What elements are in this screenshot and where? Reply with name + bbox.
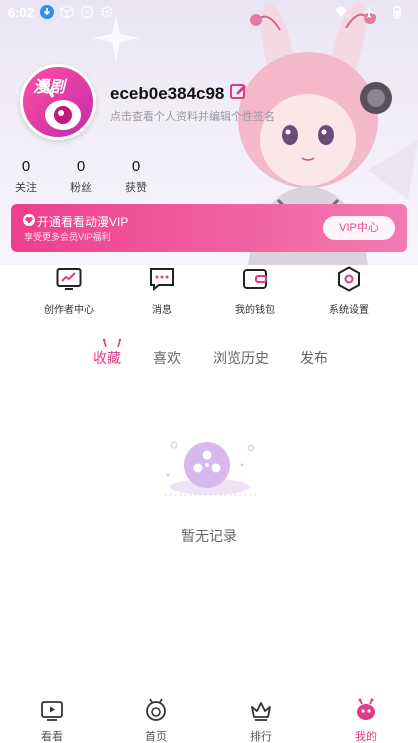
menu-creator-center[interactable]: 创作者中心 [29,266,109,316]
stat-label: 粉丝 [70,182,92,194]
avatar[interactable]: 漫剧 [20,64,96,140]
empty-film-reel-illustration [164,441,256,496]
gear-notification-icon [101,6,113,18]
tab-indicator-ears-icon [103,338,121,348]
menu-messages[interactable]: 消息 [122,266,202,316]
vip-center-button[interactable]: VIP中心 [323,216,395,240]
stat-value: 0 [131,158,141,175]
stat-following[interactable]: 0 关注 [6,158,46,195]
tab-history[interactable]: 浏览历史 [213,348,269,368]
stat-label: 获赞 [125,182,147,194]
menu-label: 创作者中心 [44,305,94,316]
nav-label: 我的 [355,731,377,743]
heart-icon [23,214,35,226]
wallet-icon [243,269,267,289]
status-time: 6:02 [8,4,35,20]
nav-label: 首页 [145,731,167,743]
mascot-bug-icon [39,81,81,130]
settings-hex-icon [338,266,360,292]
vip-banner[interactable]: 开通看看动漫VIP 享受更多会员VIP福利 VIP中心 [11,204,407,252]
nav-ranking[interactable]: 排行 [231,698,291,743]
status-bar: 6:02 [0,0,418,24]
edit-profile-icon[interactable] [229,82,247,100]
tab-published[interactable]: 发布 [300,348,328,368]
tab-favorites[interactable]: 收藏 [93,348,121,368]
home-face-icon [146,698,166,721]
stat-value: 0 [21,158,31,175]
nav-label: 排行 [250,731,272,743]
stat-likes[interactable]: 0 获赞 [116,158,156,195]
vip-title: 开通看看动漫VIP [37,215,129,229]
battery-icon [393,5,401,19]
menu-settings[interactable]: 系统设置 [309,266,389,316]
profile-bug-icon [357,698,375,720]
menu-label: 消息 [152,305,172,316]
cube-notification-icon [60,5,74,19]
nav-label: 看看 [41,731,63,743]
stat-label: 关注 [15,182,37,194]
download-notification-icon [40,5,55,19]
nav-profile[interactable]: 我的 [336,698,396,743]
empty-state-text: 暂无记录 [181,528,237,544]
menu-label: 我的钱包 [235,305,275,316]
circle-notification-icon [80,5,94,19]
wifi-icon [335,7,347,17]
vip-subtitle: 享受更多会员VIP福利 [24,232,111,242]
video-icon [41,701,63,721]
menu-wallet[interactable]: 我的钱包 [215,266,295,316]
bottom-navigation: 看看 首页 排行 我的 [0,692,418,743]
nav-watch[interactable]: 看看 [22,698,82,743]
nav-home[interactable]: 首页 [126,698,186,743]
menu-label: 系统设置 [329,305,369,316]
tab-likes[interactable]: 喜欢 [153,348,181,368]
content-tabs: 收藏 喜欢 浏览历史 发布 [0,338,418,372]
stat-value: 0 [76,158,86,175]
stat-fans[interactable]: 0 粉丝 [61,158,101,195]
crown-icon [251,702,271,721]
profile-hint[interactable]: 点击查看个人资料并编辑个性签名 [110,108,275,124]
chart-screen-icon [56,268,82,290]
message-icon [150,268,174,292]
username[interactable]: eceb0e384c98 [110,84,224,104]
airplane-mode-icon [363,6,375,18]
